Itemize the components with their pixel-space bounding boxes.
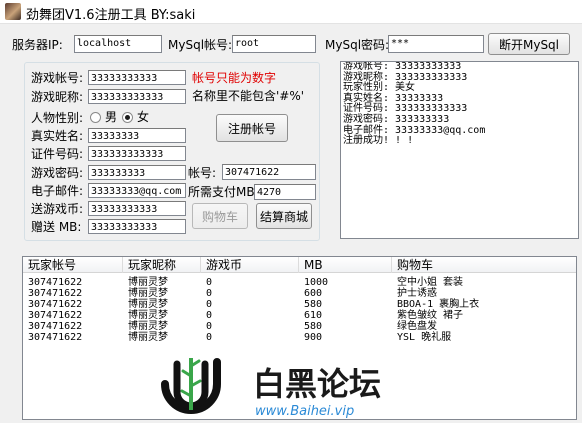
cell-account: 307471622 <box>28 277 83 288</box>
table-row[interactable]: 307471622 博丽灵梦 0 610 紫色皱纹 裙子 <box>23 310 576 321</box>
server-ip-label: 服务器IP: <box>12 38 63 52</box>
cell-mb: 580 <box>304 321 323 332</box>
table-row[interactable]: 307471622 博丽灵梦 0 1000 空中小姐 套装 <box>23 277 576 288</box>
cell-mb: 610 <box>304 310 323 321</box>
cell-mb: 1000 <box>304 277 329 288</box>
log-line: 游戏帐号: 33333333333 <box>343 61 462 72</box>
cell-nickname: 博丽灵梦 <box>128 310 168 321</box>
pay-mb-input[interactable]: 4270 <box>254 184 316 200</box>
column-header-nickname[interactable]: 玩家昵称 <box>123 257 201 273</box>
column-header-coins[interactable]: 游戏币 <box>201 257 299 273</box>
hint-no-special-chars: 名称里不能包含'#%' <box>192 89 305 103</box>
game-password-input[interactable]: 333333333 <box>88 165 186 180</box>
table-header: 玩家帐号 玩家昵称 游戏币 MB 购物车 <box>23 257 576 273</box>
cell-nickname: 博丽灵梦 <box>128 332 168 343</box>
gender-male-radio[interactable] <box>90 112 101 123</box>
table-row[interactable]: 307471622 博丽灵梦 0 580 绿色盘发 <box>23 321 576 332</box>
watermark-url: www.Baihei.vip <box>255 404 354 419</box>
cell-coins: 0 <box>206 299 213 310</box>
send-coin-input[interactable]: 33333333333 <box>88 201 186 216</box>
cell-account: 307471622 <box>28 288 83 299</box>
server-ip-input[interactable]: localhost <box>74 35 162 53</box>
nickname-label: 游戏昵称: <box>31 90 84 104</box>
cell-account: 307471622 <box>28 299 83 310</box>
real-name-label: 真实姓名: <box>31 129 84 143</box>
gender-label: 人物性别: <box>31 111 84 125</box>
cell-cart: 紫色皱纹 裙子 <box>397 310 464 321</box>
table-row[interactable]: 307471622 博丽灵梦 0 600 护士诱惑 <box>23 288 576 299</box>
id-number-input[interactable]: 333333333333 <box>88 146 186 161</box>
gender-male-label: 男 <box>105 110 118 124</box>
log-line: 游戏密码: 333333333 <box>343 113 450 125</box>
cell-cart: 护士诱惑 <box>397 288 437 299</box>
gift-mb-input[interactable]: 33333333333 <box>88 219 186 234</box>
register-account-button[interactable]: 注册帐号 <box>216 114 288 142</box>
nickname-input[interactable]: 333333333333 <box>88 89 186 104</box>
disconnect-mysql-button[interactable]: 断开MySql <box>488 33 570 55</box>
cell-account: 307471622 <box>28 310 83 321</box>
cell-coins: 0 <box>206 321 213 332</box>
cell-nickname: 博丽灵梦 <box>128 299 168 310</box>
game-account-label: 游戏帐号: <box>31 71 84 85</box>
table-row[interactable]: 307471622 博丽灵梦 0 580 BBOA-1 裹胸上衣 <box>23 299 576 310</box>
email-label: 电子邮件: <box>31 184 84 198</box>
cell-cart: YSL 晚礼服 <box>397 332 452 343</box>
watermark: 白黑论坛 www.Baihei.vip <box>161 358 381 419</box>
log-line: 注册成功! ! ! <box>343 135 414 147</box>
cell-mb: 900 <box>304 332 323 343</box>
id-number-label: 证件号码: <box>31 147 84 161</box>
cell-mb: 580 <box>304 299 323 310</box>
title-bar: 劲舞团V1.6注册工具 BY:saki <box>0 0 582 24</box>
cell-nickname: 博丽灵梦 <box>128 277 168 288</box>
column-header-cart[interactable]: 购物车 <box>392 257 576 273</box>
cell-coins: 0 <box>206 332 213 343</box>
cell-cart: BBOA-1 裹胸上衣 <box>397 299 480 310</box>
pay-mb-label: 所需支付MB: <box>188 185 259 199</box>
mysql-account-input[interactable]: root <box>232 35 316 53</box>
gift-mb-label: 赠送 MB: <box>31 220 82 234</box>
mysql-password-label: MySql密码: <box>325 38 390 52</box>
cell-mb: 600 <box>304 288 323 299</box>
column-header-account[interactable]: 玩家帐号 <box>23 257 123 273</box>
hint-numbers-only: 帐号只能为数字 <box>192 71 277 85</box>
cell-coins: 0 <box>206 288 213 299</box>
gender-female-label: 女 <box>137 110 150 124</box>
watermark-name: 白黑论坛 <box>253 365 381 403</box>
cell-cart: 空中小姐 套装 <box>397 277 464 288</box>
cell-coins: 0 <box>206 310 213 321</box>
column-header-mb[interactable]: MB <box>299 257 392 273</box>
game-account-input[interactable]: 33333333333 <box>88 70 186 85</box>
cell-account: 307471622 <box>28 321 83 332</box>
email-input[interactable]: 33333333@qq.com <box>88 183 186 198</box>
cell-nickname: 博丽灵梦 <box>128 288 168 299</box>
log-output[interactable]: 游戏帐号: 33333333333 游戏昵称: 333333333333 玩家性… <box>340 61 579 239</box>
cell-cart: 绿色盘发 <box>397 321 437 332</box>
account-label: 帐号: <box>188 166 217 180</box>
game-password-label: 游戏密码: <box>31 166 84 180</box>
account-input[interactable]: 307471622 <box>222 164 316 180</box>
cell-nickname: 博丽灵梦 <box>128 321 168 332</box>
watermark-logo-icon <box>161 358 221 414</box>
send-coin-label: 送游戏币: <box>31 202 84 216</box>
table-row[interactable]: 307471622 博丽灵梦 0 900 YSL 晚礼服 <box>23 332 576 343</box>
checkout-button[interactable]: 结算商城 <box>256 203 312 229</box>
real-name-input[interactable]: 33333333 <box>88 128 186 143</box>
window-title: 劲舞团V1.6注册工具 BY:saki <box>26 8 196 23</box>
mysql-account-label: MySql帐号: <box>168 38 233 52</box>
cart-button[interactable]: 购物车 <box>192 203 248 229</box>
mysql-password-input[interactable]: *** <box>388 35 484 53</box>
app-window: 劲舞团V1.6注册工具 BY:saki 服务器IP: localhost MyS… <box>0 0 582 423</box>
cell-account: 307471622 <box>28 332 83 343</box>
gender-female-radio[interactable] <box>122 112 133 123</box>
app-icon <box>5 3 21 20</box>
cell-coins: 0 <box>206 277 213 288</box>
